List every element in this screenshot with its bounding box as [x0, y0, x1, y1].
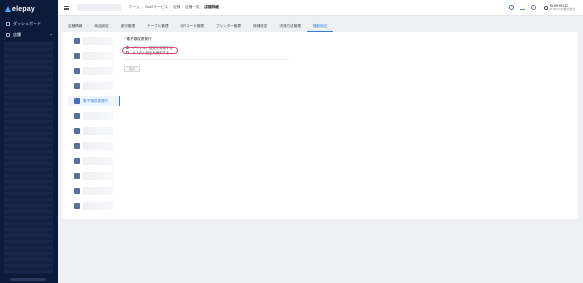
tab-feature-settings[interactable]: 機能設定: [306, 21, 334, 32]
section-title: *電子領収書発行: [124, 37, 152, 41]
top-bar: ホーム / SaaSサービス / 店舗 / 店舗一覧 / 店舗詳細 SUSHIYUZ S…: [58, 0, 583, 16]
user-icon: [543, 5, 548, 10]
logo-text: elepay: [12, 5, 35, 13]
feature-menu: 電子領収書発行: [68, 36, 120, 216]
feature-icon: [74, 83, 80, 89]
feature-icon: [74, 128, 80, 134]
tab-table-management[interactable]: テーブル管理: [141, 21, 174, 32]
feature-icon: [74, 113, 80, 119]
breadcrumb: ホーム / SaaSサービス / 店舗 / 店舗一覧 / 店舗詳細: [129, 5, 219, 10]
feature-icon: [74, 173, 80, 179]
feature-icon: [74, 158, 80, 164]
tab-seat-management[interactable]: 席次管理: [115, 21, 141, 32]
sidebar-item-label: ダッシュボード: [13, 21, 41, 26]
feature-menu-item[interactable]: [68, 36, 120, 46]
feature-menu-item[interactable]: [68, 111, 120, 121]
menu-toggle-icon[interactable]: [64, 5, 69, 10]
store-selector[interactable]: [77, 4, 121, 11]
help-icon[interactable]: [530, 5, 536, 10]
feature-menu-item[interactable]: [68, 141, 120, 151]
dashboard-icon: [6, 22, 10, 26]
receipt-settings: *電子領収書発行 デフォルト設定を使用する カスタム設定を使用する 保存: [122, 37, 289, 72]
header-actions: SUSHIYUZ SUSHIYUZ株式会社: [503, 4, 583, 11]
feature-menu-label: 電子領収書発行: [83, 98, 109, 103]
store-tabs: 店舗情報 商品設定 席次管理 テーブル管理 QRコード管理 プリンター管理 詳細…: [62, 20, 578, 32]
feature-icon: [74, 53, 80, 59]
highlight-annotation: [122, 47, 178, 54]
sidebar-store-list[interactable]: [4, 42, 53, 274]
breadcrumb-item[interactable]: SaaSサービス: [145, 5, 168, 10]
sidebar-item-label: 店舗: [13, 32, 21, 37]
feature-menu-item[interactable]: [68, 126, 120, 136]
user-menu[interactable]: SUSHIYUZ SUSHIYUZ株式会社: [543, 4, 575, 11]
sidebar-footer: [10, 278, 46, 281]
feature-menu-item[interactable]: [68, 186, 120, 196]
save-button[interactable]: 保存: [124, 66, 140, 72]
feature-icon: [74, 188, 80, 194]
tab-payment-methods[interactable]: 決済方法管理: [273, 21, 307, 32]
feature-menu-item[interactable]: [68, 156, 120, 166]
receipt-icon: [74, 98, 80, 104]
brand[interactable]: elepay: [0, 0, 58, 14]
feature-menu-item[interactable]: [68, 66, 120, 76]
tab-printer-management[interactable]: プリンター管理: [210, 21, 247, 32]
feature-icon: [74, 143, 80, 149]
tab-detail-settings[interactable]: 詳細設定: [247, 21, 273, 32]
breadcrumb-item[interactable]: 店舗: [173, 5, 180, 10]
feature-menu-item[interactable]: [68, 81, 120, 91]
feature-icon: [74, 203, 80, 209]
breadcrumb-item[interactable]: 店舗一覧: [185, 5, 199, 10]
feature-icon: [74, 38, 80, 44]
sidebar-item-dashboard[interactable]: ダッシュボード: [0, 20, 58, 28]
tab-qr-management[interactable]: QRコード管理: [174, 21, 209, 32]
divider: [124, 59, 289, 60]
store-icon: [6, 33, 10, 37]
breadcrumb-current: 店舗詳細: [204, 5, 219, 9]
user-company: SUSHIYUZ株式会社: [549, 7, 575, 11]
download-icon[interactable]: [519, 5, 525, 10]
sidebar-item-store[interactable]: 店舗 ⌃: [0, 31, 58, 39]
tab-product-settings[interactable]: 商品設定: [88, 21, 114, 32]
feature-menu-item[interactable]: [68, 171, 120, 181]
sidebar: elepay ダッシュボード 店舗 ⌃: [0, 0, 58, 283]
tab-store-info[interactable]: 店舗情報: [62, 21, 88, 32]
feature-menu-item[interactable]: [68, 51, 120, 61]
feature-menu-item-receipt[interactable]: 電子領収書発行: [68, 96, 120, 106]
breadcrumb-item[interactable]: ホーム: [129, 5, 140, 10]
elepay-logo-icon: [5, 6, 11, 12]
info-icon[interactable]: [508, 5, 514, 10]
feature-icon: [74, 68, 80, 74]
feature-menu-item[interactable]: [68, 201, 120, 211]
chevron-up-icon: ⌃: [49, 32, 53, 38]
